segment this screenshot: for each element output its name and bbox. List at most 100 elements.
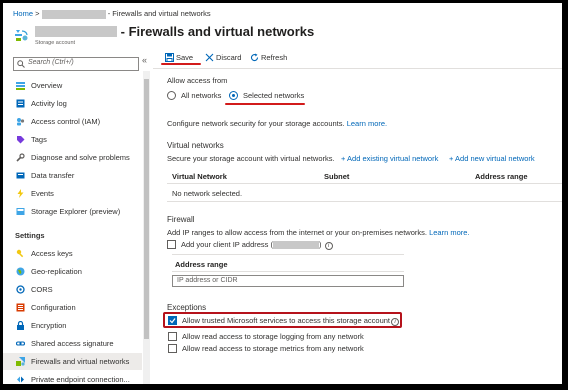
sidebar-item-cors[interactable]: CORS xyxy=(3,281,142,298)
sidebar-item-label: Events xyxy=(31,189,54,198)
sidebar-section-settings: Settings xyxy=(15,231,45,240)
page-subtitle: Storage account xyxy=(35,40,76,46)
sidebar-item-iam[interactable]: Access control (IAM) xyxy=(3,113,142,130)
metrics-read-access-checkbox[interactable] xyxy=(168,344,177,353)
tag-icon xyxy=(17,136,25,144)
address-range-top-divider xyxy=(172,254,404,255)
sidebar-item-access-keys[interactable]: Access keys xyxy=(3,245,142,262)
table-row-divider xyxy=(167,201,562,202)
sidebar-item-shared-access-signature[interactable]: Shared access signature xyxy=(3,335,142,352)
storage-firewall-icon xyxy=(13,27,31,45)
sidebar-item-overview[interactable]: Overview xyxy=(3,77,142,94)
firewall-icon xyxy=(16,357,25,366)
info-icon[interactable]: i xyxy=(391,318,400,326)
sidebar-scrollbar-thumb[interactable] xyxy=(144,79,149,339)
radio-selected-networks-label: Selected networks xyxy=(243,91,305,100)
virtual-networks-description: Secure your storage account with virtual… xyxy=(167,154,335,163)
sidebar-item-label: Tags xyxy=(31,135,47,144)
trusted-services-checkbox[interactable] xyxy=(168,316,177,325)
breadcrumb: Home > - Firewalls and virtual networks xyxy=(13,9,211,19)
sidebar-item-label: CORS xyxy=(31,285,53,294)
sidebar-item-configuration[interactable]: Configuration xyxy=(3,299,142,316)
refresh-icon xyxy=(251,53,259,62)
globe-icon xyxy=(16,267,25,276)
data-transfer-icon xyxy=(16,172,25,179)
sidebar-item-storage-explorer[interactable]: Storage Explorer (preview) xyxy=(3,203,142,220)
add-new-vnet-link[interactable]: + Add new virtual network xyxy=(449,154,535,163)
add-client-ip-checkbox[interactable] xyxy=(167,240,176,249)
redacted-ip-address xyxy=(273,241,319,250)
column-subnet: Subnet xyxy=(324,172,350,181)
toolbar-divider xyxy=(153,68,562,69)
refresh-button[interactable]: Refresh xyxy=(250,53,287,62)
configuration-icon xyxy=(16,303,25,312)
redacted-account-name xyxy=(41,9,106,19)
add-existing-vnet-link[interactable]: + Add existing virtual network xyxy=(341,154,438,163)
redacted-account-name xyxy=(35,26,117,37)
radio-all-networks-label: All networks xyxy=(181,91,222,100)
sidebar: Search (Ctrl+/) « Overview Activity log … xyxy=(3,51,153,384)
portal-window: Home > - Firewalls and virtual networks … xyxy=(3,3,562,384)
page-title: - Firewalls and virtual networks xyxy=(35,24,314,39)
sidebar-item-tags[interactable]: Tags xyxy=(3,131,142,148)
iam-icon xyxy=(17,118,25,126)
sidebar-item-geo-replication[interactable]: Geo-replication xyxy=(3,263,142,280)
ip-address-placeholder: IP address or CIDR xyxy=(177,277,238,284)
info-icon[interactable]: i xyxy=(324,242,333,250)
private-endpoint-icon xyxy=(17,376,24,383)
selected-networks-highlight-underline xyxy=(225,103,305,105)
sidebar-item-private-endpoint[interactable]: Private endpoint connection... xyxy=(3,371,142,384)
allow-access-label: Allow access from xyxy=(167,76,228,85)
logging-read-access-label: Allow read access to storage logging fro… xyxy=(182,332,364,341)
description-text: Configure network security for your stor… xyxy=(167,119,345,128)
save-icon xyxy=(165,53,174,62)
column-address-range: Address range xyxy=(475,172,528,181)
main-content: Save Discard Refresh Allow access from A… xyxy=(153,51,562,384)
radio-all-networks[interactable] xyxy=(167,91,176,100)
firewall-description: Add IP ranges to allow access from the i… xyxy=(167,228,470,237)
checkmark-icon xyxy=(169,318,176,324)
collapse-sidebar-icon[interactable]: « xyxy=(142,55,147,65)
metrics-read-access-label: Allow read access to storage metrics fro… xyxy=(182,344,364,353)
search-input[interactable]: Search (Ctrl+/) xyxy=(13,57,139,71)
breadcrumb-current: - Firewalls and virtual networks xyxy=(107,9,211,18)
client-ip-text: Add your client IP address ( xyxy=(181,240,273,249)
sidebar-item-label: Configuration xyxy=(31,303,76,312)
firewall-learn-more-link[interactable]: Learn more. xyxy=(429,228,469,237)
close-icon xyxy=(205,53,214,62)
sidebar-item-label: Shared access signature xyxy=(31,339,114,348)
sidebar-item-encryption[interactable]: Encryption xyxy=(3,317,142,334)
sidebar-item-label: Overview xyxy=(31,81,63,90)
radio-selected-networks[interactable] xyxy=(229,91,238,100)
lightning-icon xyxy=(17,189,24,198)
virtual-networks-title: Virtual networks xyxy=(167,141,224,150)
cors-icon xyxy=(16,285,25,294)
sidebar-item-diagnose[interactable]: Diagnose and solve problems xyxy=(3,149,142,166)
sidebar-item-label: Diagnose and solve problems xyxy=(31,153,130,162)
sidebar-item-activity-log[interactable]: Activity log xyxy=(3,95,142,112)
sidebar-item-events[interactable]: Events xyxy=(3,185,142,202)
sidebar-item-data-transfer[interactable]: Data transfer xyxy=(3,167,142,184)
no-network-message: No network selected. xyxy=(172,189,243,198)
breadcrumb-home[interactable]: Home xyxy=(13,9,33,18)
sidebar-item-label: Encryption xyxy=(31,321,67,330)
learn-more-link[interactable]: Learn more. xyxy=(347,119,387,128)
sidebar-item-firewalls[interactable]: Firewalls and virtual networks xyxy=(3,353,142,370)
logging-read-access-checkbox[interactable] xyxy=(168,332,177,341)
discard-label: Discard xyxy=(216,53,242,62)
discard-button[interactable]: Discard xyxy=(205,53,241,62)
key-icon xyxy=(16,249,24,258)
exceptions-title: Exceptions xyxy=(167,303,207,312)
add-client-ip-label: Add your client IP address () i xyxy=(181,240,333,250)
page-title-text: - Firewalls and virtual networks xyxy=(120,24,315,39)
address-range-header-divider xyxy=(172,271,404,272)
column-virtual-network: Virtual Network xyxy=(172,172,227,181)
table-header-divider xyxy=(167,183,562,184)
sidebar-item-label: Private endpoint connection... xyxy=(31,375,130,384)
storage-explorer-icon xyxy=(16,208,25,215)
allow-access-description: Configure network security for your stor… xyxy=(167,119,387,128)
save-button[interactable]: Save xyxy=(165,53,193,62)
ip-address-input[interactable]: IP address or CIDR xyxy=(172,275,404,287)
sidebar-scrollbar[interactable] xyxy=(143,71,150,384)
client-ip-close-paren: ) xyxy=(319,240,322,249)
